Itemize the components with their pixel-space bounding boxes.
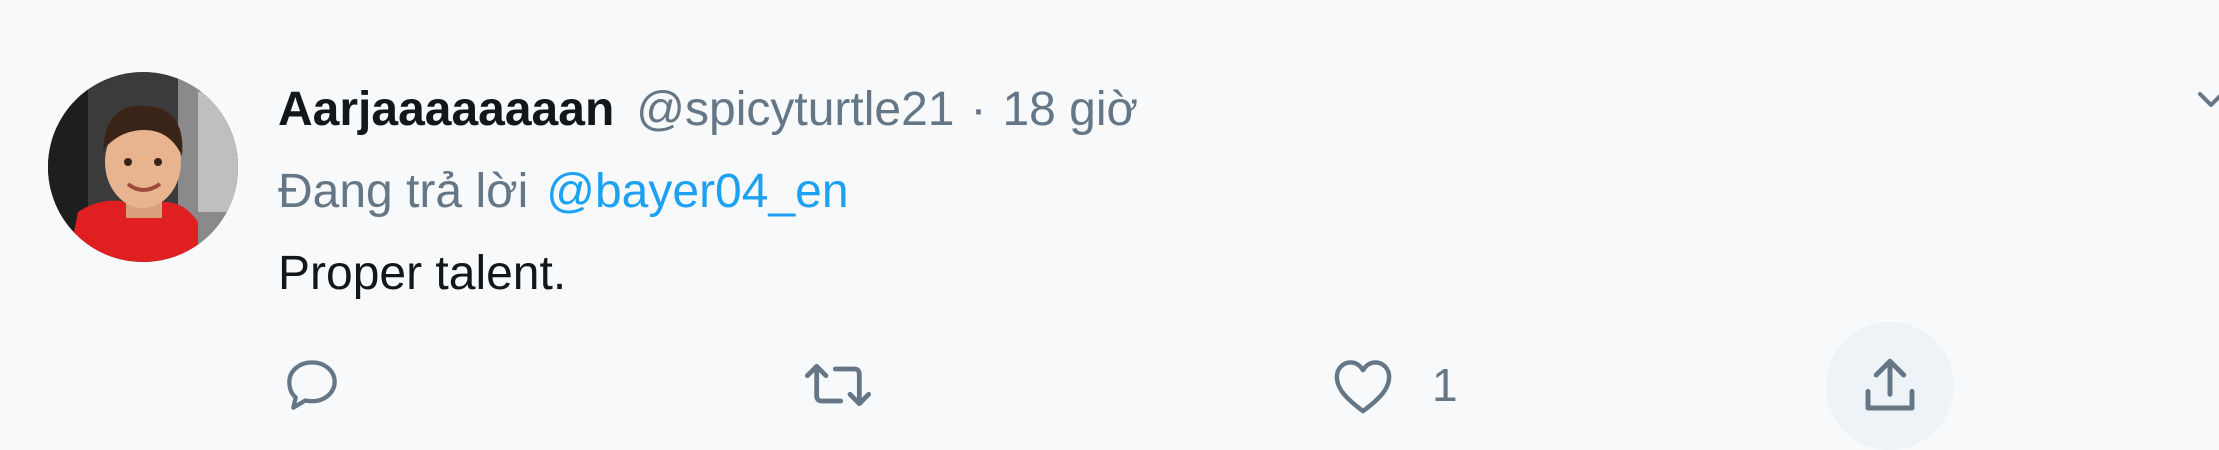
share-icon bbox=[1865, 358, 1915, 411]
like-count: 1 bbox=[1432, 359, 1458, 411]
tweet[interactable]: Aarjaaaaaaaan @spicyturtle21 · 18 giờ Đa… bbox=[0, 0, 2219, 450]
chevron-down-icon[interactable] bbox=[2196, 84, 2219, 114]
avatar[interactable] bbox=[48, 72, 238, 262]
tweet-text: Proper talent. bbox=[278, 247, 567, 300]
separator-dot: · bbox=[970, 83, 987, 136]
retweet-button[interactable] bbox=[800, 350, 876, 420]
replying-to-label: Đang trả lời bbox=[278, 165, 529, 218]
reply-icon bbox=[287, 360, 337, 410]
user-handle[interactable]: @spicyturtle21 bbox=[636, 78, 954, 142]
like-button[interactable]: 1 bbox=[1330, 350, 1458, 420]
heart-icon bbox=[1334, 360, 1392, 414]
replying-to: Đang trả lời @bayer04_en bbox=[278, 160, 849, 224]
timestamp[interactable]: 18 giờ bbox=[1002, 78, 1138, 142]
share-button[interactable] bbox=[1826, 322, 1954, 450]
replying-to-handle[interactable]: @bayer04_en bbox=[546, 165, 848, 218]
retweet-icon bbox=[804, 363, 872, 407]
display-name[interactable]: Aarjaaaaaaaan bbox=[278, 78, 614, 142]
reply-button[interactable] bbox=[280, 350, 344, 420]
avatar-image bbox=[48, 72, 238, 262]
tweet-header: Aarjaaaaaaaan @spicyturtle21 · 18 giờ bbox=[278, 78, 1138, 142]
